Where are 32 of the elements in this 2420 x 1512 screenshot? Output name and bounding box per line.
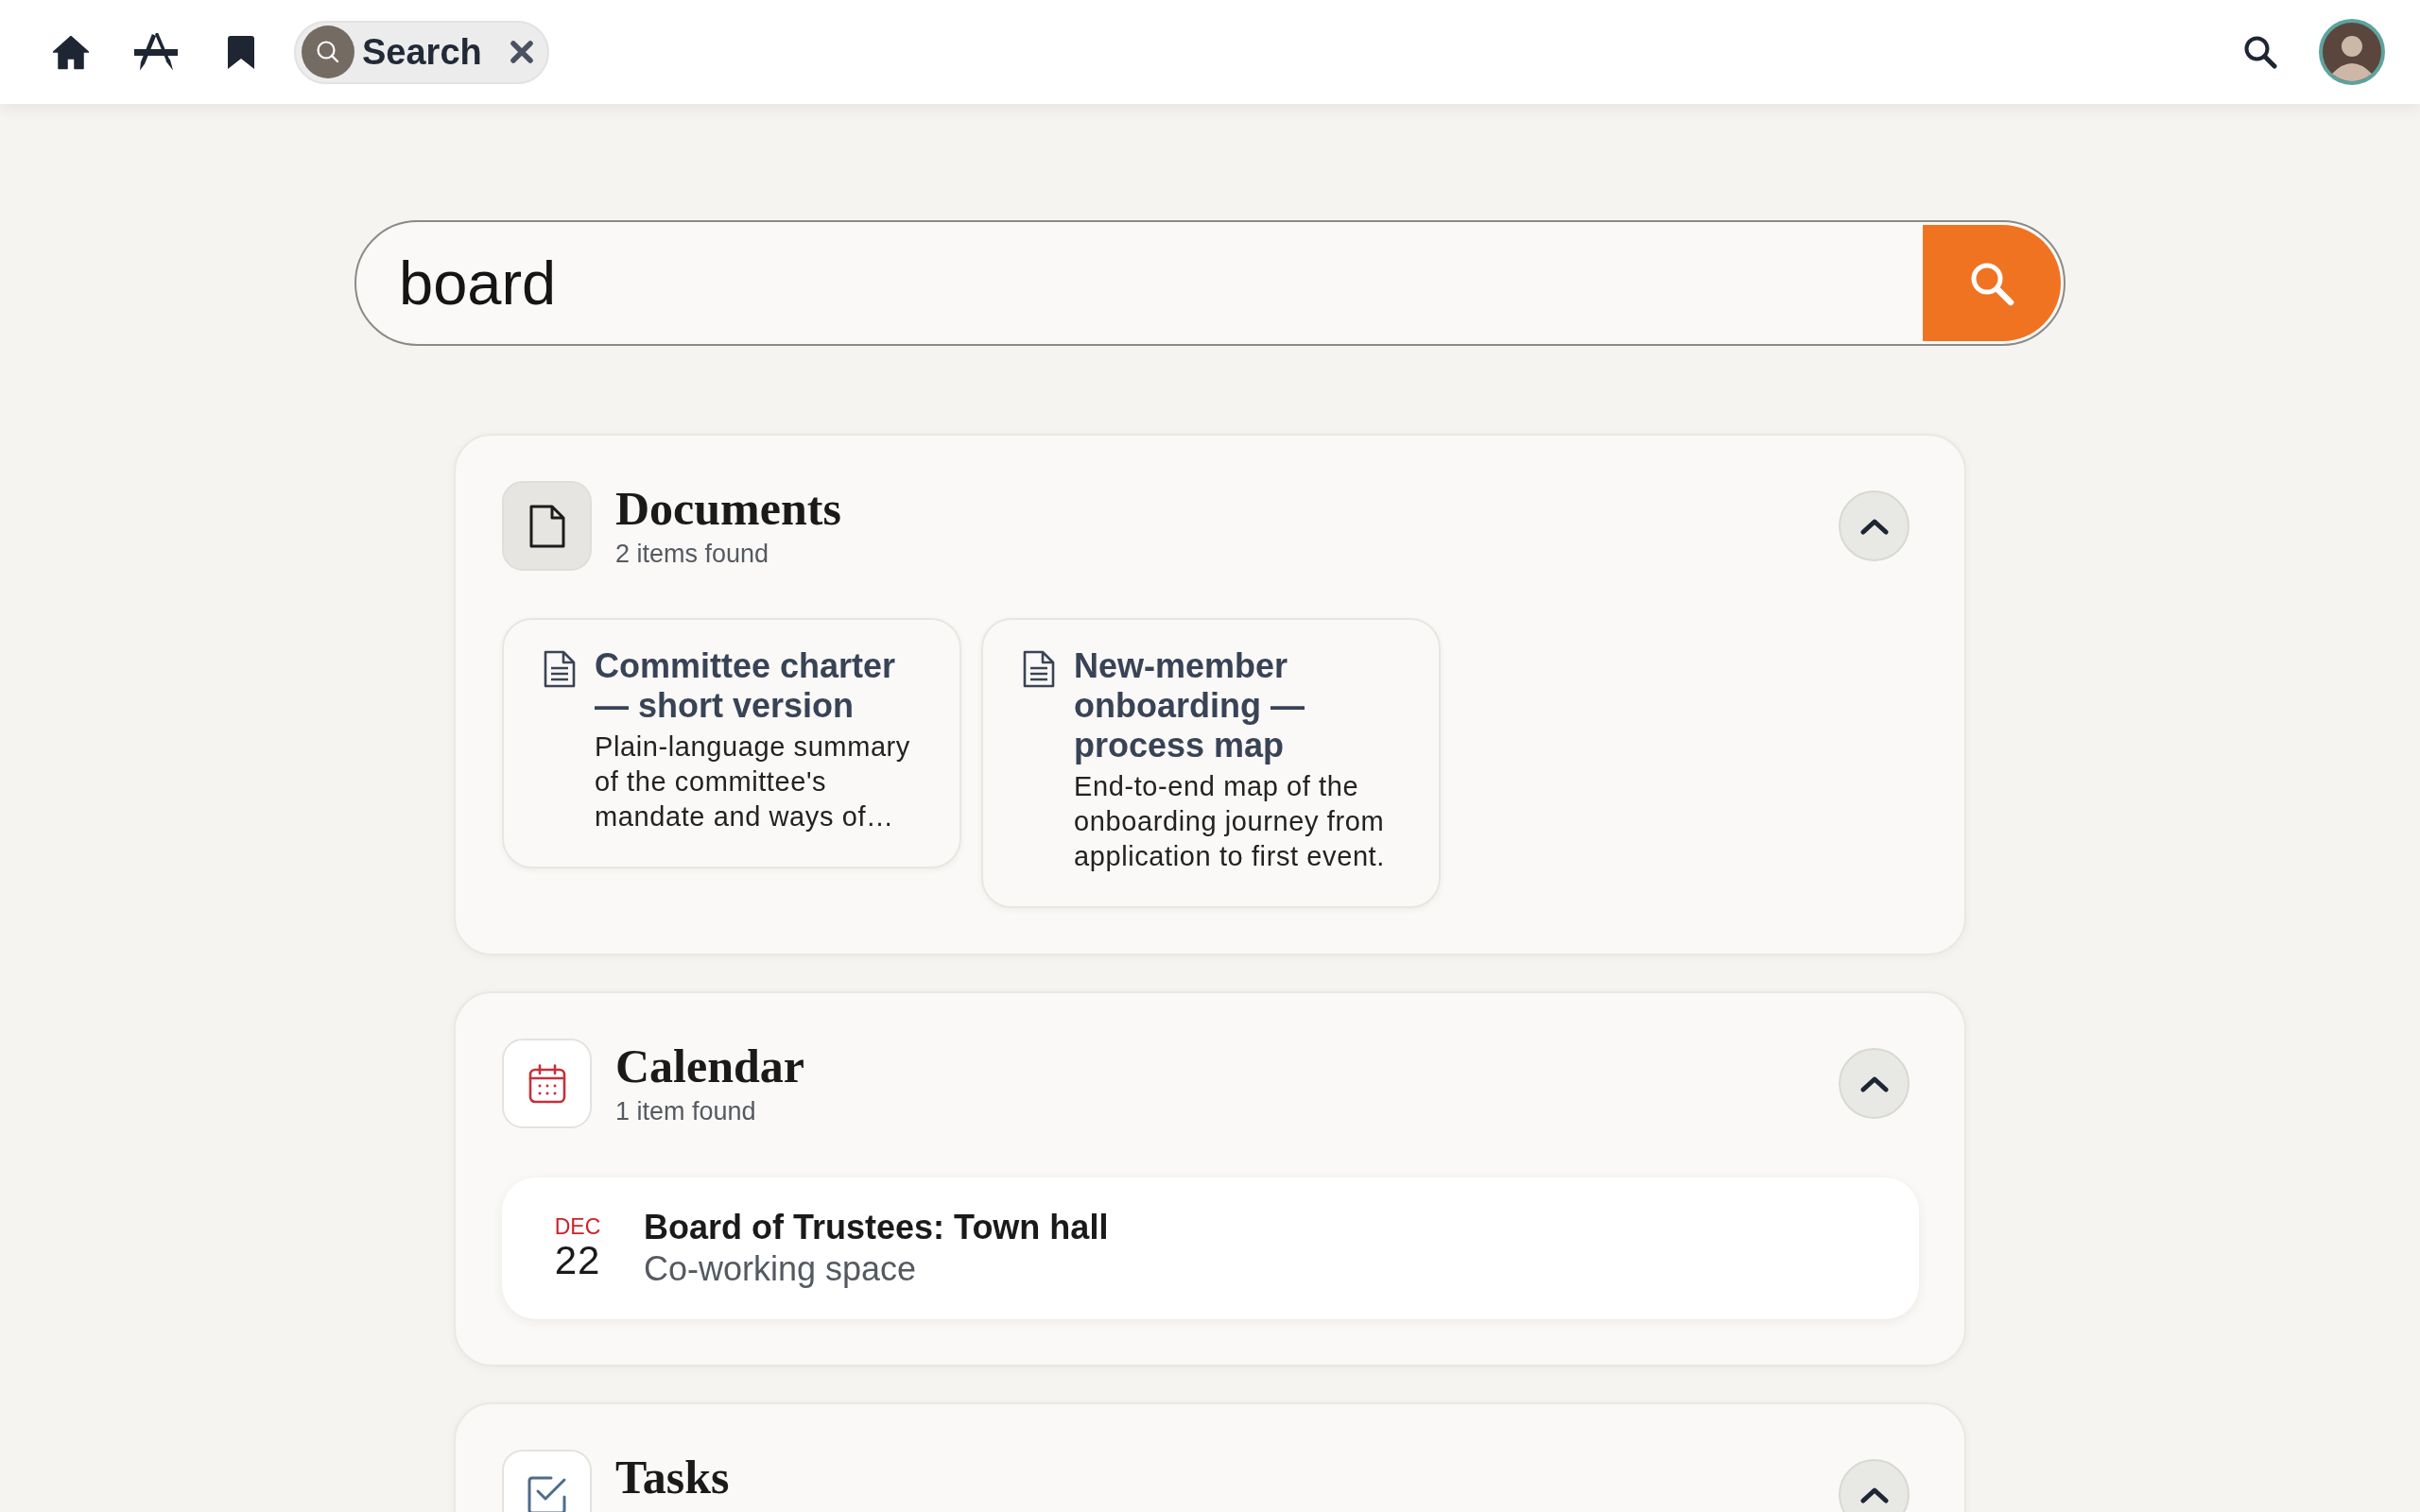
file-icon [544, 650, 576, 688]
search-icon[interactable] [2243, 35, 2277, 69]
user-avatar[interactable] [2319, 19, 2385, 85]
document-card[interactable]: New-member onboarding — process map End-to-end map of the onboarding journey from application to first event. [981, 618, 1441, 908]
pencil-ruler-icon[interactable] [134, 32, 178, 72]
document-card[interactable]: Committee charter — short version Plain-language summary of the committee's mandate and ways of… [502, 618, 961, 868]
home-icon[interactable] [52, 34, 90, 70]
document-description: End-to-end map of the onboarding journey from application to first event. [1074, 770, 1386, 873]
document-title: New-member onboarding — process map [1074, 646, 1305, 765]
search-field[interactable]: board [354, 220, 2066, 346]
event-month: DEC [554, 1214, 601, 1239]
section-title: Calendar [615, 1039, 804, 1093]
event-card[interactable]: DEC 22 Board of Trustees: Town hall Co-working space [502, 1177, 1919, 1319]
document-title: Committee charter — short version [595, 646, 897, 726]
file-icon [1023, 650, 1055, 688]
document-icon [502, 481, 592, 571]
document-description: Plain-language summary of the committee's mandate and ways of… [595, 730, 911, 833]
section-title: Tasks [615, 1450, 730, 1504]
result-count: 1 item found [615, 1096, 756, 1127]
section-title: Documents [615, 481, 841, 536]
event-day: 22 [554, 1239, 601, 1282]
event-location: Co-working space [644, 1248, 917, 1290]
calendar-icon [502, 1039, 592, 1128]
search-icon [302, 26, 354, 78]
close-icon[interactable] [510, 41, 533, 63]
bookmark-icon[interactable] [228, 35, 254, 69]
search-input[interactable]: board [359, 225, 1923, 341]
search-tab[interactable]: Search [294, 20, 549, 84]
event-title: Board of Trustees: Town hall [644, 1207, 1109, 1248]
collapse-button[interactable] [1839, 1459, 1910, 1512]
result-count: 2 items found [615, 539, 769, 570]
search-button[interactable] [1923, 225, 2061, 341]
